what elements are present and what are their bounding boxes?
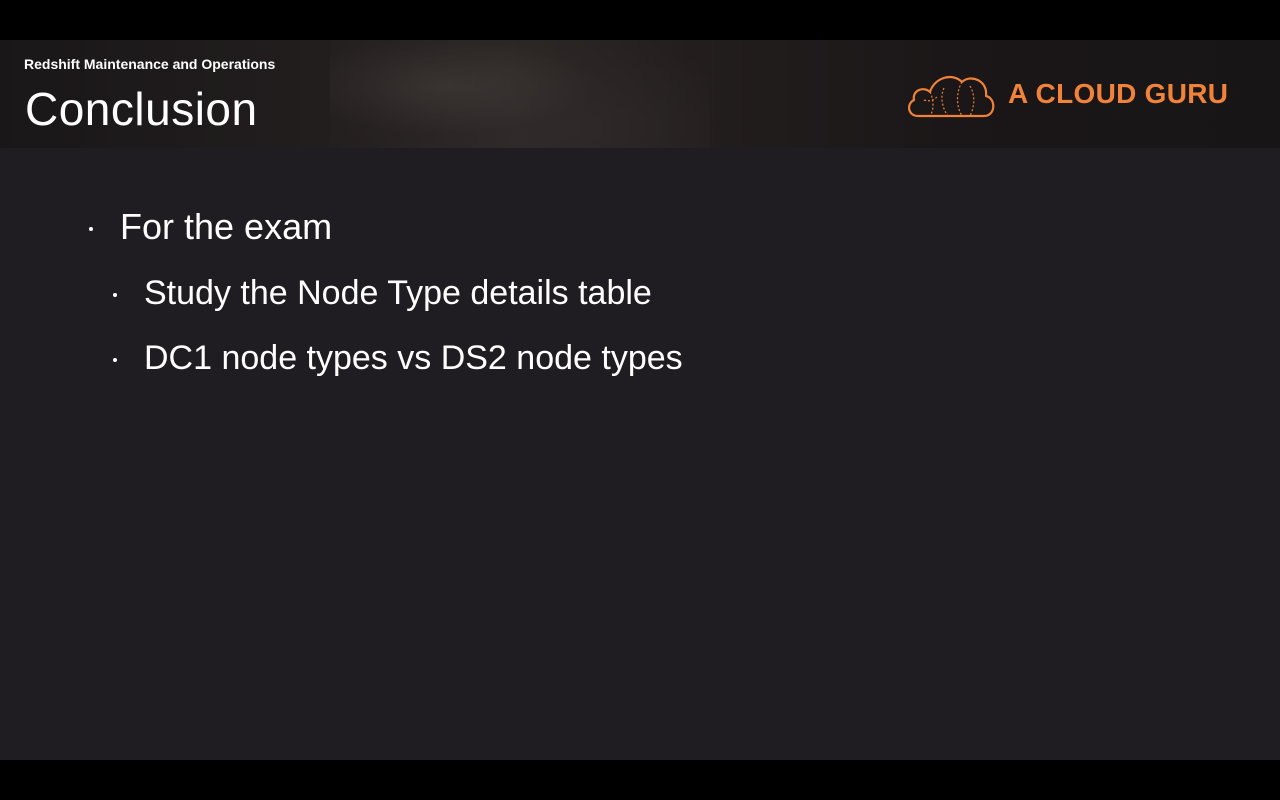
bullet-text: Study the Node Type details table (144, 274, 652, 312)
course-title: Redshift Maintenance and Operations (24, 56, 276, 72)
sub-bullet-item: Study the Node Type details table (113, 274, 652, 313)
cloud-logo-icon (908, 75, 995, 118)
slide-header: Redshift Maintenance and Operations Conc… (0, 40, 1280, 148)
bullet-dot-icon (113, 358, 117, 362)
a-cloud-guru-logo: A CLOUD GURU (904, 66, 1244, 122)
sub-bullet-item: DC1 node types vs DS2 node types (113, 339, 683, 378)
bullet-text: DC1 node types vs DS2 node types (144, 339, 683, 377)
bullet-item: For the exam (89, 206, 333, 248)
logo-text: A CLOUD GURU (1008, 78, 1229, 109)
bullet-dot-icon (113, 293, 117, 297)
bullet-text: For the exam (120, 206, 333, 247)
slide: Redshift Maintenance and Operations Conc… (0, 40, 1280, 760)
slide-title: Conclusion (25, 83, 258, 135)
bullet-dot-icon (89, 227, 93, 231)
